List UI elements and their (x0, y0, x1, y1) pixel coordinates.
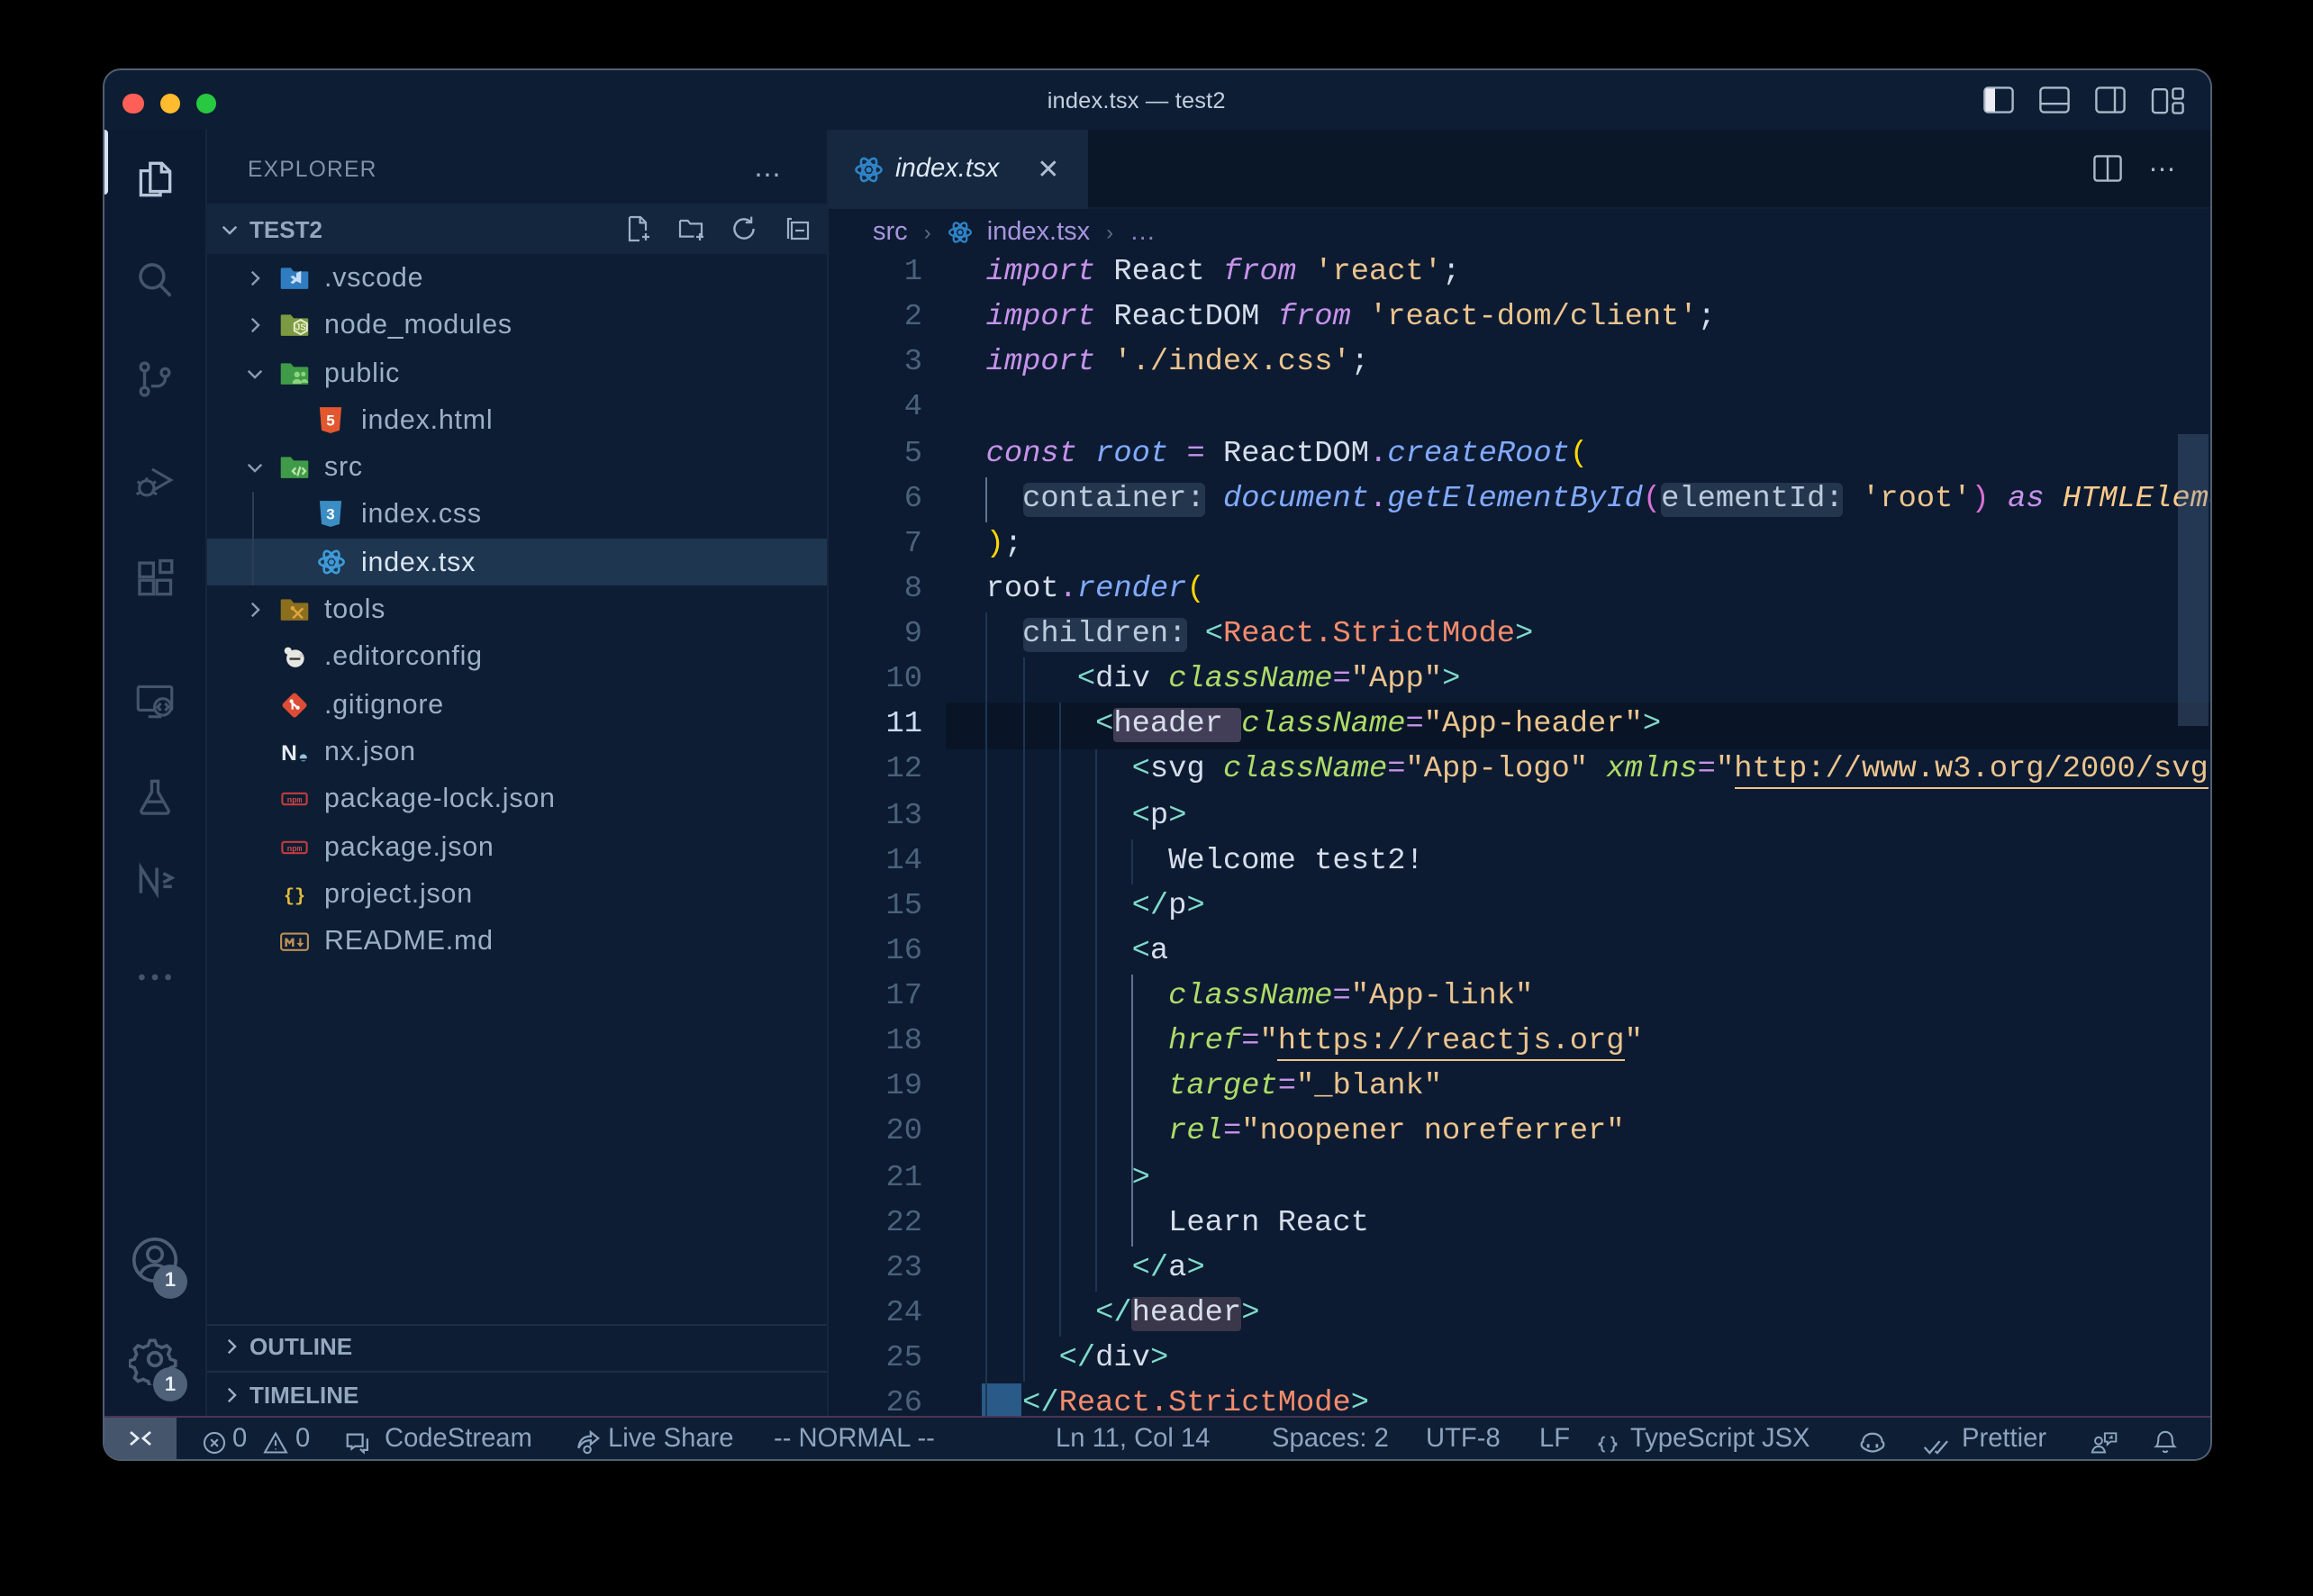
svg-text:3: 3 (326, 506, 334, 523)
svg-text:npm: npm (286, 843, 302, 853)
svg-text:{}: {} (283, 886, 304, 907)
svg-text:N: N (280, 741, 296, 766)
svg-text:5: 5 (326, 412, 334, 429)
svg-text:JS: JS (295, 323, 305, 333)
svg-text:npm: npm (286, 796, 302, 806)
